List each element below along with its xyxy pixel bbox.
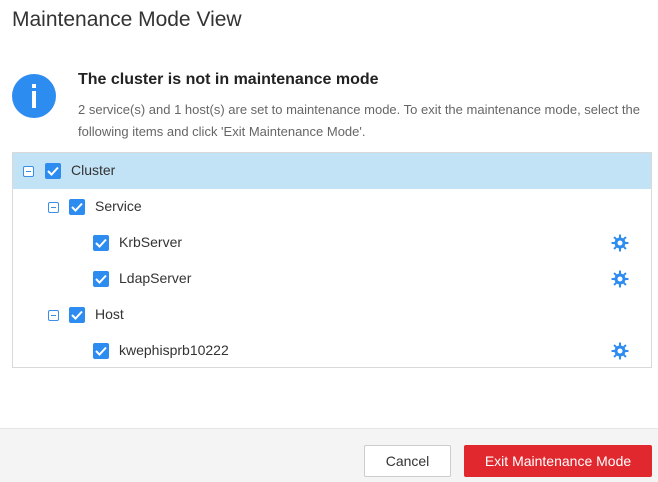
checkbox-krbserver[interactable] bbox=[93, 235, 109, 251]
tree-row-service[interactable]: Service bbox=[13, 189, 651, 225]
info-heading: The cluster is not in maintenance mode bbox=[78, 71, 379, 88]
gear-icon[interactable] bbox=[611, 270, 629, 288]
exit-maintenance-mode-button[interactable]: Exit Maintenance Mode bbox=[464, 445, 652, 477]
tree-row-ldapserver[interactable]: LdapServer bbox=[13, 261, 651, 297]
tree-label-host-item: kwephisprb10222 bbox=[119, 342, 229, 358]
checkbox-service[interactable] bbox=[69, 199, 85, 215]
collapse-toggle-icon[interactable] bbox=[48, 202, 59, 213]
check-icon bbox=[71, 202, 83, 212]
tree-row-krbserver[interactable]: KrbServer bbox=[13, 225, 651, 261]
check-icon bbox=[95, 274, 107, 284]
tree-row-host[interactable]: Host bbox=[13, 297, 651, 333]
maintenance-tree: Cluster Service KrbServer LdapServer Hos… bbox=[12, 152, 652, 368]
tree-row-cluster[interactable]: Cluster bbox=[13, 153, 651, 189]
info-icon bbox=[12, 74, 56, 118]
collapse-toggle-icon[interactable] bbox=[23, 166, 34, 177]
dialog-footer: Cancel Exit Maintenance Mode bbox=[0, 428, 658, 482]
tree-label-service: Service bbox=[95, 198, 142, 214]
tree-label-cluster: Cluster bbox=[71, 162, 116, 178]
cancel-button[interactable]: Cancel bbox=[364, 445, 451, 477]
gear-icon[interactable] bbox=[611, 342, 629, 360]
tree-label-host: Host bbox=[95, 306, 124, 322]
dialog-title: Maintenance Mode View bbox=[12, 8, 242, 31]
collapse-toggle-icon[interactable] bbox=[48, 310, 59, 321]
checkbox-host-item[interactable] bbox=[93, 343, 109, 359]
gear-icon[interactable] bbox=[611, 234, 629, 252]
check-icon bbox=[71, 310, 83, 320]
info-description: 2 service(s) and 1 host(s) are set to ma… bbox=[78, 102, 640, 139]
checkbox-ldapserver[interactable] bbox=[93, 271, 109, 287]
tree-label-ldapserver: LdapServer bbox=[119, 270, 192, 286]
tree-row-host-item[interactable]: kwephisprb10222 bbox=[13, 333, 651, 369]
checkbox-cluster[interactable] bbox=[45, 163, 61, 179]
tree-label-krbserver: KrbServer bbox=[119, 234, 183, 250]
checkbox-host[interactable] bbox=[69, 307, 85, 323]
check-icon bbox=[47, 166, 59, 176]
check-icon bbox=[95, 346, 107, 356]
check-icon bbox=[95, 238, 107, 248]
